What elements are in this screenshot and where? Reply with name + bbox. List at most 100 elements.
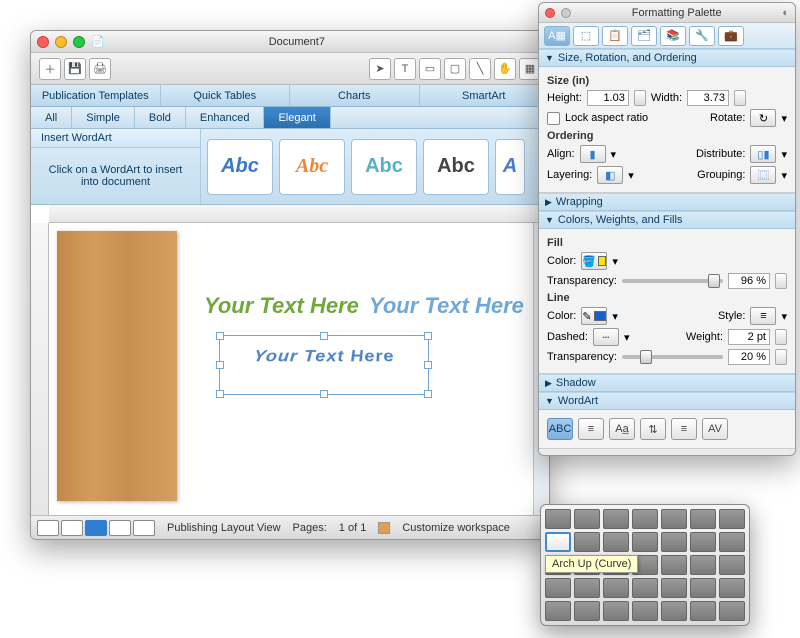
resize-handle[interactable] — [320, 332, 328, 340]
palette-tab-tools[interactable]: 🔧 — [689, 26, 715, 46]
palette-min-button[interactable] — [561, 8, 571, 18]
shape-option[interactable] — [719, 555, 745, 575]
selection-box[interactable]: Your Text Here — [219, 335, 429, 395]
grouping-button[interactable]: ⿴ — [750, 166, 776, 184]
palette-tab-reference[interactable]: 📚 — [660, 26, 686, 46]
shape-option[interactable] — [545, 578, 571, 598]
pointer-tool[interactable]: ➤ — [369, 58, 391, 80]
wordart-format-button[interactable]: ≡ — [578, 418, 604, 440]
shape-option[interactable] — [574, 578, 600, 598]
resize-handle[interactable] — [424, 332, 432, 340]
line-color-button[interactable]: ✎ — [581, 307, 607, 325]
dashed-button[interactable]: ┈ — [593, 328, 619, 346]
wordart-instance-arch[interactable]: Your Text Here — [217, 348, 431, 366]
palette-tab-object[interactable]: ⬚ — [573, 26, 599, 46]
vertical-ruler[interactable] — [31, 223, 49, 515]
style-enhanced[interactable]: Enhanced — [186, 107, 265, 128]
wordart-vertical-button[interactable]: ⇅ — [640, 418, 666, 440]
new-button[interactable]: ＋ — [39, 58, 61, 80]
shape-option[interactable] — [690, 509, 716, 529]
lock-aspect-checkbox[interactable] — [547, 112, 560, 125]
wordart-shape-button[interactable]: ABC — [547, 418, 573, 440]
resize-handle[interactable] — [216, 390, 224, 398]
fill-transparency-stepper[interactable] — [775, 273, 787, 289]
shape-option[interactable] — [690, 555, 716, 575]
shape-option[interactable] — [632, 601, 658, 621]
fill-transparency-field[interactable] — [728, 273, 770, 289]
wordart-instance-2[interactable]: Your Text Here — [369, 293, 524, 319]
section-wordart-header[interactable]: ▼WordArt — [539, 392, 795, 410]
wordart-style-2[interactable]: Abc — [279, 139, 345, 195]
line-tool[interactable]: ╲ — [469, 58, 491, 80]
weight-stepper[interactable] — [775, 329, 787, 345]
document-canvas[interactable]: Your Text Here Your Text Here Your Text … — [49, 223, 533, 515]
resize-handle[interactable] — [424, 361, 432, 369]
wordart-style-4[interactable]: Abc — [423, 139, 489, 195]
wordart-style-1[interactable]: Abc — [207, 139, 273, 195]
wordart-instance-1[interactable]: Your Text Here — [204, 293, 359, 319]
shape-option[interactable] — [603, 555, 629, 575]
align-button[interactable]: ▮ — [580, 145, 606, 163]
line-transparency-field[interactable] — [728, 349, 770, 365]
save-button[interactable]: 💾 — [64, 58, 86, 80]
shape-option[interactable] — [661, 578, 687, 598]
shape-option[interactable] — [632, 555, 658, 575]
resize-handle[interactable] — [320, 390, 328, 398]
section-wrapping-header[interactable]: ▶Wrapping — [539, 193, 795, 211]
shape-option[interactable] — [719, 601, 745, 621]
palette-tab-project[interactable]: 💼 — [718, 26, 744, 46]
palette-tab-formatting[interactable]: A▦ — [544, 26, 570, 46]
view-mode-3[interactable] — [85, 520, 107, 536]
width-stepper[interactable] — [734, 90, 746, 106]
view-mode-1[interactable] — [37, 520, 59, 536]
shape-option[interactable] — [632, 509, 658, 529]
shape-option[interactable] — [690, 532, 716, 552]
shape-option[interactable] — [661, 509, 687, 529]
layering-button[interactable]: ◧ — [597, 166, 623, 184]
shape-tool[interactable]: ▭ — [419, 58, 441, 80]
palette-toggle-icon[interactable]: ◐ — [782, 7, 789, 19]
close-button[interactable] — [37, 36, 49, 48]
shape-option[interactable] — [719, 509, 745, 529]
style-elegant[interactable]: Elegant — [264, 107, 330, 128]
wordart-kern-button[interactable]: AV — [702, 418, 728, 440]
wordart-spacing-button[interactable]: Aa̲ — [609, 418, 635, 440]
shape-option[interactable] — [719, 578, 745, 598]
rect-tool[interactable]: ▢ — [444, 58, 466, 80]
weight-field[interactable] — [728, 329, 770, 345]
shape-arch-up-curve[interactable] — [545, 532, 571, 552]
tab-smartart[interactable]: SmartArt — [420, 85, 550, 106]
hand-tool[interactable]: ✋ — [494, 58, 516, 80]
height-field[interactable] — [587, 90, 629, 106]
wood-panel-image[interactable] — [57, 231, 177, 501]
line-transparency-slider[interactable] — [622, 355, 723, 359]
view-mode-2[interactable] — [61, 520, 83, 536]
resize-handle[interactable] — [216, 332, 224, 340]
section-colors-header[interactable]: ▼Colors, Weights, and Fills — [539, 211, 795, 229]
shape-option[interactable] — [661, 601, 687, 621]
style-simple[interactable]: Simple — [72, 107, 135, 128]
shape-option[interactable] — [632, 578, 658, 598]
style-all[interactable]: All — [31, 107, 72, 128]
minimize-button[interactable] — [55, 36, 67, 48]
shape-option[interactable] — [690, 601, 716, 621]
horizontal-ruler[interactable] — [49, 205, 549, 223]
palette-close-button[interactable] — [545, 8, 555, 18]
fill-color-button[interactable]: 🪣 — [581, 252, 607, 270]
tab-publication-templates[interactable]: Publication Templates — [31, 85, 161, 106]
shape-option[interactable] — [632, 532, 658, 552]
line-style-button[interactable]: ≡ — [750, 307, 776, 325]
width-field[interactable] — [687, 90, 729, 106]
shape-option[interactable] — [603, 532, 629, 552]
shape-option[interactable] — [545, 601, 571, 621]
tab-charts[interactable]: Charts — [290, 85, 420, 106]
shape-option[interactable] — [719, 532, 745, 552]
tab-quick-tables[interactable]: Quick Tables — [161, 85, 291, 106]
wordart-align-button[interactable]: ≡ — [671, 418, 697, 440]
style-bold[interactable]: Bold — [135, 107, 186, 128]
line-transparency-stepper[interactable] — [775, 349, 787, 365]
view-mode-4[interactable] — [109, 520, 131, 536]
wordart-style-3[interactable]: Abc — [351, 139, 417, 195]
shape-option[interactable] — [603, 509, 629, 529]
rotate-button[interactable]: ↻ — [750, 109, 776, 127]
